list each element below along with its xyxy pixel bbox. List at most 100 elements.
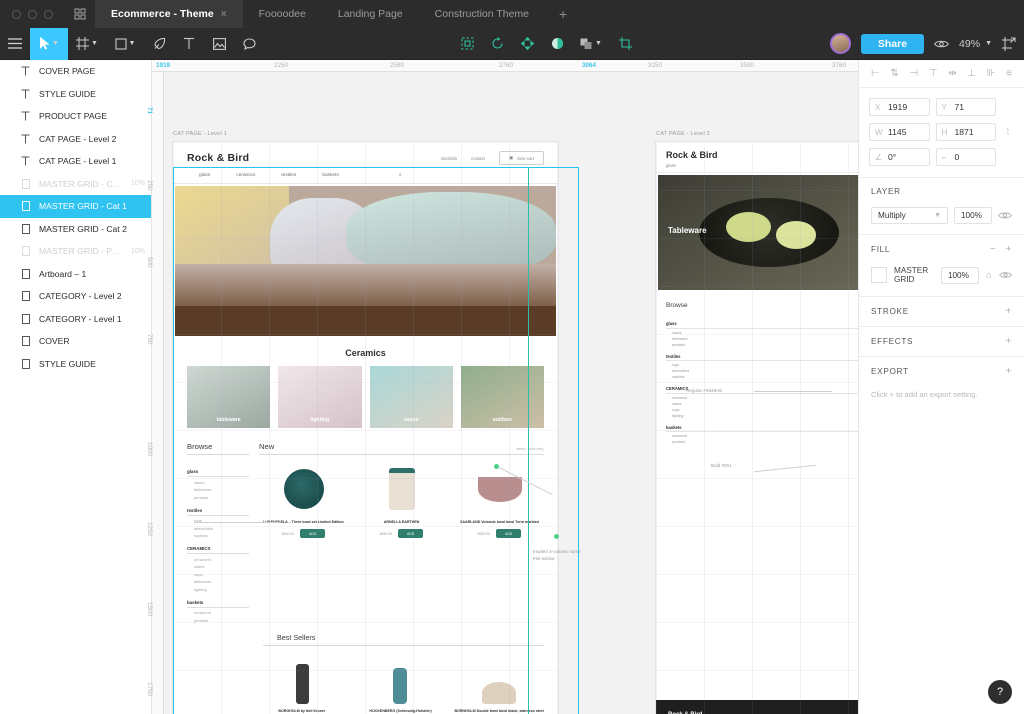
- sidebar-group-item[interactable]: tableware: [672, 337, 858, 341]
- align-left-icon[interactable]: ⊢: [871, 68, 880, 79]
- sidebar-group-item[interactable]: vases: [194, 480, 249, 485]
- sidebar-group-item[interactable]: vases: [672, 402, 858, 406]
- annotation-point-marker[interactable]: [554, 534, 559, 539]
- distribute-horizontal-icon[interactable]: ⊪: [987, 68, 996, 79]
- distribute-tool-icon[interactable]: [512, 28, 542, 60]
- fill-styles-icon[interactable]: ⌂: [986, 270, 992, 281]
- product-card[interactable]: LUKENSKELA – Three bowl set Limited Edit…: [259, 461, 348, 623]
- sidebar-group-item[interactable]: vases: [194, 564, 249, 569]
- layer-row-category-level-1[interactable]: CATEGORY - Level 1: [0, 308, 151, 331]
- fill-visibility-eye-icon[interactable]: [999, 271, 1012, 279]
- nav-item-baskets[interactable]: baskets: [322, 173, 339, 178]
- category-card-outdoor[interactable]: outdoor: [461, 366, 544, 428]
- chevron-down-icon[interactable]: ▼: [595, 40, 602, 47]
- corner-radius-field[interactable]: ⌐ 0: [936, 148, 997, 166]
- hamburger-menu-icon[interactable]: [0, 28, 30, 60]
- sidebar-group-item[interactable]: napkins: [194, 533, 249, 538]
- rotate-tool-icon[interactable]: [482, 28, 512, 60]
- sidebar-group-heading[interactable]: textiles: [187, 508, 249, 516]
- layer-row-category-level-2[interactable]: CATEGORY - Level 2: [0, 285, 151, 308]
- layout-grid-icon[interactable]: [1002, 37, 1016, 51]
- design-canvas[interactable]: CAT PAGE - Level 1 Rock & Bird stockists…: [164, 72, 858, 714]
- fill-color-swatch[interactable]: [871, 267, 887, 283]
- tab-ecommerce-theme[interactable]: Ecommerce - Theme ×: [95, 0, 243, 28]
- sidebar-group-item[interactable]: ornament: [672, 396, 858, 400]
- sidebar-group-item[interactable]: pendant: [672, 440, 858, 444]
- align-bottom-icon[interactable]: ⊥: [967, 68, 976, 79]
- sidebar-group-heading[interactable]: baskets: [666, 425, 858, 433]
- remove-fill-icon[interactable]: −: [990, 244, 997, 255]
- sidebar-group-item[interactable]: tablecloths: [194, 526, 249, 531]
- search-icon[interactable]: ⌕: [399, 172, 402, 178]
- product-card[interactable]: BORNHOLM Double bowl bowl black, stainle…: [454, 706, 544, 714]
- layer-visibility-eye-icon[interactable]: [998, 211, 1012, 220]
- sidebar-group-item[interactable]: ornament: [194, 610, 249, 615]
- pen-tool-icon[interactable]: [144, 28, 174, 60]
- comment-tool-icon[interactable]: [234, 28, 264, 60]
- category-card-tableware[interactable]: tableware: [187, 366, 270, 428]
- crop-tool-icon[interactable]: [610, 28, 640, 60]
- layer-row-cover-page[interactable]: COVER PAGE: [0, 60, 151, 83]
- nav-item-ceramics[interactable]: ceramics: [236, 173, 255, 178]
- sidebar-group-item[interactable]: ornament: [194, 557, 249, 562]
- add-export-icon[interactable]: +: [1005, 366, 1012, 377]
- layer-row-master-grid-cat-1[interactable]: MASTER GRID - Cat 1: [0, 195, 151, 218]
- scale-tool-icon[interactable]: [452, 28, 482, 60]
- layer-row-artboard-1[interactable]: Artboard – 1: [0, 263, 151, 286]
- sidebar-group-item[interactable]: lighting: [194, 587, 249, 592]
- sidebar-group-item[interactable]: napkins: [672, 375, 858, 379]
- height-field[interactable]: H 1871: [936, 123, 997, 141]
- window-close-dot[interactable]: [12, 10, 21, 19]
- rotation-field[interactable]: ∠ 0°: [869, 148, 930, 166]
- mask-contrast-icon[interactable]: [542, 28, 572, 60]
- add-stroke-icon[interactable]: +: [1005, 306, 1012, 317]
- category-card-vases[interactable]: vases: [370, 366, 453, 428]
- blend-mode-select[interactable]: Multiply ▼: [871, 207, 948, 224]
- layer-row-style-guide[interactable]: STYLE GUIDE: [0, 83, 151, 106]
- window-minimize-dot[interactable]: [28, 10, 37, 19]
- add-to-cart-button[interactable]: ADD: [300, 529, 325, 538]
- align-horizontal-center-icon[interactable]: ⇅: [890, 68, 898, 79]
- header-link-stockists[interactable]: stockists: [441, 156, 457, 161]
- fill-opacity-field[interactable]: 100%: [941, 267, 979, 284]
- right-site-nav[interactable]: glass: [656, 163, 858, 173]
- product-card[interactable]: HOCKENBERG (Schleswig-Holstein) $190.00 …: [356, 706, 446, 714]
- layer-row-master-grid-cove[interactable]: MASTER GRID - Cove...10%: [0, 173, 151, 196]
- sidebar-group-item[interactable]: lighting: [672, 414, 858, 418]
- tab-foooodee[interactable]: Foooodee: [243, 0, 322, 28]
- sidebar-group-heading[interactable]: glass: [187, 469, 249, 477]
- sidebar-group-item[interactable]: tableware: [194, 487, 249, 492]
- sidebar-group-item[interactable]: cups: [194, 572, 249, 577]
- product-card[interactable]: BORGHOLM by Neil Kroner $140.00 ADD: [257, 706, 347, 714]
- artboard-cat-page-level-1[interactable]: CAT PAGE - Level 1 Rock & Bird stockists…: [173, 142, 558, 714]
- sidebar-group-heading[interactable]: glass: [666, 321, 858, 329]
- category-card-lighting[interactable]: lighting: [278, 366, 361, 428]
- close-icon[interactable]: ×: [221, 9, 227, 20]
- chevron-down-icon[interactable]: ▼: [91, 40, 98, 47]
- layers-panel[interactable]: COVER PAGESTYLE GUIDEPRODUCT PAGECAT PAG…: [0, 60, 152, 714]
- sidebar-group-item[interactable]: cups: [672, 408, 858, 412]
- layer-row-product-page[interactable]: PRODUCT PAGE: [0, 105, 151, 128]
- sidebar-group-item[interactable]: pendant: [672, 343, 858, 347]
- add-to-cart-button[interactable]: ADD: [496, 529, 521, 538]
- sidebar-group-item[interactable]: pendant: [194, 618, 249, 623]
- nav-item-textiles[interactable]: textiles: [281, 173, 296, 178]
- move-tool-cursor-icon[interactable]: ▼: [30, 28, 68, 60]
- sidebar-group-item[interactable]: ornament: [672, 434, 858, 438]
- layer-row-cat-page-level-1[interactable]: CAT PAGE - Level 1: [0, 150, 151, 173]
- fill-style-name[interactable]: MASTER GRID: [894, 266, 934, 284]
- width-field[interactable]: W 1145: [869, 123, 930, 141]
- layer-row-cat-page-level-2[interactable]: CAT PAGE - Level 2: [0, 128, 151, 151]
- share-button[interactable]: Share: [861, 34, 924, 54]
- image-tool-icon[interactable]: [204, 28, 234, 60]
- window-maximize-dot[interactable]: [44, 10, 53, 19]
- y-position-field[interactable]: Y 71: [936, 98, 997, 116]
- distribute-vertical-icon[interactable]: ≡: [1006, 68, 1012, 79]
- grid-icon[interactable]: [65, 0, 95, 28]
- chevron-down-icon[interactable]: ▼: [985, 40, 992, 47]
- sidebar-group-item[interactable]: rugs: [672, 363, 858, 367]
- help-button[interactable]: ?: [988, 680, 1012, 704]
- frame-tool-icon[interactable]: ▼: [68, 28, 106, 60]
- x-position-field[interactable]: X 1919: [869, 98, 930, 116]
- avatar[interactable]: [830, 33, 851, 54]
